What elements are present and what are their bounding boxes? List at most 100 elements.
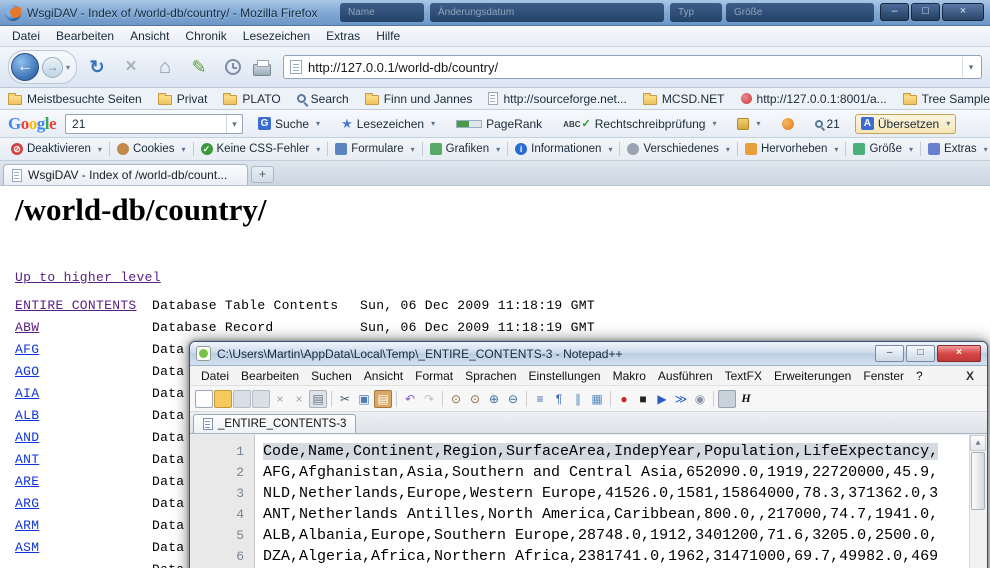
menu-item-1[interactable]: Datei	[4, 27, 48, 45]
menu-item-5[interactable]: Lesezeichen	[235, 27, 318, 45]
print-button[interactable]	[253, 64, 271, 76]
webdev-1-button[interactable]: ⊘Deaktivieren	[5, 141, 108, 157]
menu-item-3[interactable]: Ansicht	[122, 27, 177, 45]
npp-menu-item-8[interactable]: Makro	[607, 367, 652, 385]
stop-macro-icon[interactable]: ■	[634, 390, 652, 408]
url-dropdown-button[interactable]	[962, 57, 979, 77]
code-area[interactable]: Code,Name,Continent,Region,SurfaceArea,I…	[255, 435, 969, 568]
tab-wsgidav[interactable]: WsgiDAV - Index of /world-db/count...	[3, 164, 248, 185]
user-panel-icon[interactable]: ▦	[588, 390, 606, 408]
bookmark-item-9[interactable]: Tree Samples	[903, 92, 990, 106]
zoom-in-icon[interactable]: ⊕	[485, 390, 503, 408]
menu-item-7[interactable]: Hilfe	[368, 27, 408, 45]
bookmark-item-7[interactable]: MCSD.NET	[643, 92, 725, 106]
undo-icon[interactable]: ↶	[401, 390, 419, 408]
row-link[interactable]: AND	[15, 430, 39, 445]
webdev-3-button[interactable]: ✓Keine CSS-Fehler	[195, 141, 327, 157]
row-link[interactable]: ARM	[15, 518, 39, 533]
history-dropdown-icon[interactable]	[66, 63, 70, 72]
cut-icon[interactable]: ✂	[336, 390, 354, 408]
row-link[interactable]: ARE	[15, 474, 39, 489]
webdev-9-button[interactable]: Größe	[847, 141, 919, 157]
back-button[interactable]	[11, 53, 39, 81]
google-search-box[interactable]: 21	[65, 114, 243, 134]
menu-item-4[interactable]: Chronik	[177, 27, 234, 45]
redo-icon[interactable]: ↷	[420, 390, 438, 408]
menu-item-6[interactable]: Extras	[318, 27, 368, 45]
home-button[interactable]	[151, 56, 179, 79]
play-macro-icon[interactable]: ▶	[653, 390, 671, 408]
gtb-translate-button[interactable]: AÜbersetzen	[855, 114, 956, 134]
npp-menu-item-2[interactable]: Bearbeiten	[235, 367, 305, 385]
open-folder-icon[interactable]	[214, 390, 232, 408]
find-icon[interactable]: ⊙	[447, 390, 465, 408]
row-link[interactable]: AFG	[15, 342, 39, 357]
webdev-10-button[interactable]: Extras	[922, 141, 990, 157]
copy-icon[interactable]: ▣	[355, 390, 373, 408]
npp-menu-item-4[interactable]: Ansicht	[358, 367, 409, 385]
menu-item-2[interactable]: Bearbeiten	[48, 27, 122, 45]
npp-menu-item-9[interactable]: Ausführen	[652, 367, 719, 385]
npp-titlebar[interactable]: C:\Users\Martin\AppData\Local\Temp\_ENTI…	[190, 342, 987, 366]
close-all-icon[interactable]: ×	[290, 390, 308, 408]
doc-monitor-icon[interactable]	[718, 390, 736, 408]
npp-menu-item-10[interactable]: TextFX	[719, 367, 768, 385]
maximize-button[interactable]: □	[911, 3, 940, 21]
row-link[interactable]: ARG	[15, 496, 39, 511]
row-link[interactable]: ENTIRE CONTENTS	[15, 298, 137, 313]
npp-menu-item-6[interactable]: Sprachen	[459, 367, 522, 385]
word-wrap-icon[interactable]: ≡	[531, 390, 549, 408]
webdev-2-button[interactable]: Cookies	[111, 141, 192, 157]
reload-button[interactable]	[83, 57, 111, 78]
clock-extension-icon[interactable]	[225, 59, 241, 75]
new-tab-button[interactable]: +	[251, 166, 274, 183]
webdev-8-button[interactable]: Hervorheben	[739, 141, 845, 157]
close-document-x[interactable]: X	[958, 367, 982, 385]
gtb-g-button[interactable]: GSuche	[252, 114, 326, 134]
gtb-sitemap-button[interactable]	[731, 115, 766, 133]
webdev-5-button[interactable]: Grafiken	[424, 141, 506, 157]
bookmark-item-5[interactable]: Finn und Jannes	[365, 92, 473, 106]
save-macro-icon[interactable]: ◉	[691, 390, 709, 408]
minimize-button[interactable]: –	[880, 3, 909, 21]
npp-tab[interactable]: _ENTIRE_CONTENTS-3	[193, 414, 356, 433]
gtb-abc-button[interactable]: ABCRechtschreibprüfung	[557, 114, 722, 134]
npp-menu-item-1[interactable]: Datei	[195, 367, 235, 385]
webdev-4-button[interactable]: Formulare	[329, 141, 420, 157]
google-search-dropdown[interactable]	[226, 115, 242, 133]
npp-menu-item-13[interactable]: ?	[910, 367, 929, 385]
bookmark-item-4[interactable]: Search	[297, 92, 349, 106]
npp-menu-item-7[interactable]: Einstellungen	[523, 367, 607, 385]
npp-menu-item-12[interactable]: Fenster	[857, 367, 910, 385]
row-link[interactable]: ANT	[15, 452, 39, 467]
webdev-6-button[interactable]: iInformationen	[509, 141, 618, 157]
scrollbar-thumb[interactable]	[971, 452, 985, 510]
row-link[interactable]: AGO	[15, 364, 39, 379]
row-link[interactable]: ABW	[15, 320, 39, 335]
run-multi-icon[interactable]: ≫	[672, 390, 690, 408]
npp-menu-item-3[interactable]: Suchen	[305, 367, 358, 385]
close-button[interactable]: ×	[942, 3, 984, 21]
replace-icon[interactable]: ⊙	[466, 390, 484, 408]
gtb-highlight-button[interactable]	[776, 115, 800, 133]
save-icon[interactable]	[233, 390, 251, 408]
url-bar[interactable]: http://127.0.0.1/world-db/country/	[283, 55, 982, 79]
show-symbols-icon[interactable]: ¶	[550, 390, 568, 408]
record-macro-icon[interactable]: ●	[615, 390, 633, 408]
scroll-up-button[interactable]: ▲	[970, 435, 986, 451]
webdev-7-button[interactable]: Verschiedenes	[621, 141, 735, 157]
row-link[interactable]: AIA	[15, 386, 39, 401]
indent-guides-icon[interactable]: ∥	[569, 390, 587, 408]
save-all-icon[interactable]	[252, 390, 270, 408]
minimize-button[interactable]: –	[875, 345, 904, 362]
print-icon[interactable]: ▤	[309, 390, 327, 408]
paste-icon[interactable]: ▤	[374, 390, 392, 408]
forward-button[interactable]	[42, 57, 63, 78]
html-preview-icon[interactable]: H	[737, 390, 755, 408]
row-link[interactable]: ALB	[15, 408, 39, 423]
quill-extension-icon[interactable]	[185, 57, 213, 78]
row-link[interactable]: ASM	[15, 540, 39, 555]
gtb-star-button[interactable]: ★Lesezeichen	[335, 114, 441, 134]
close-doc-icon[interactable]: ×	[271, 390, 289, 408]
bookmark-item-2[interactable]: Privat	[158, 92, 208, 106]
